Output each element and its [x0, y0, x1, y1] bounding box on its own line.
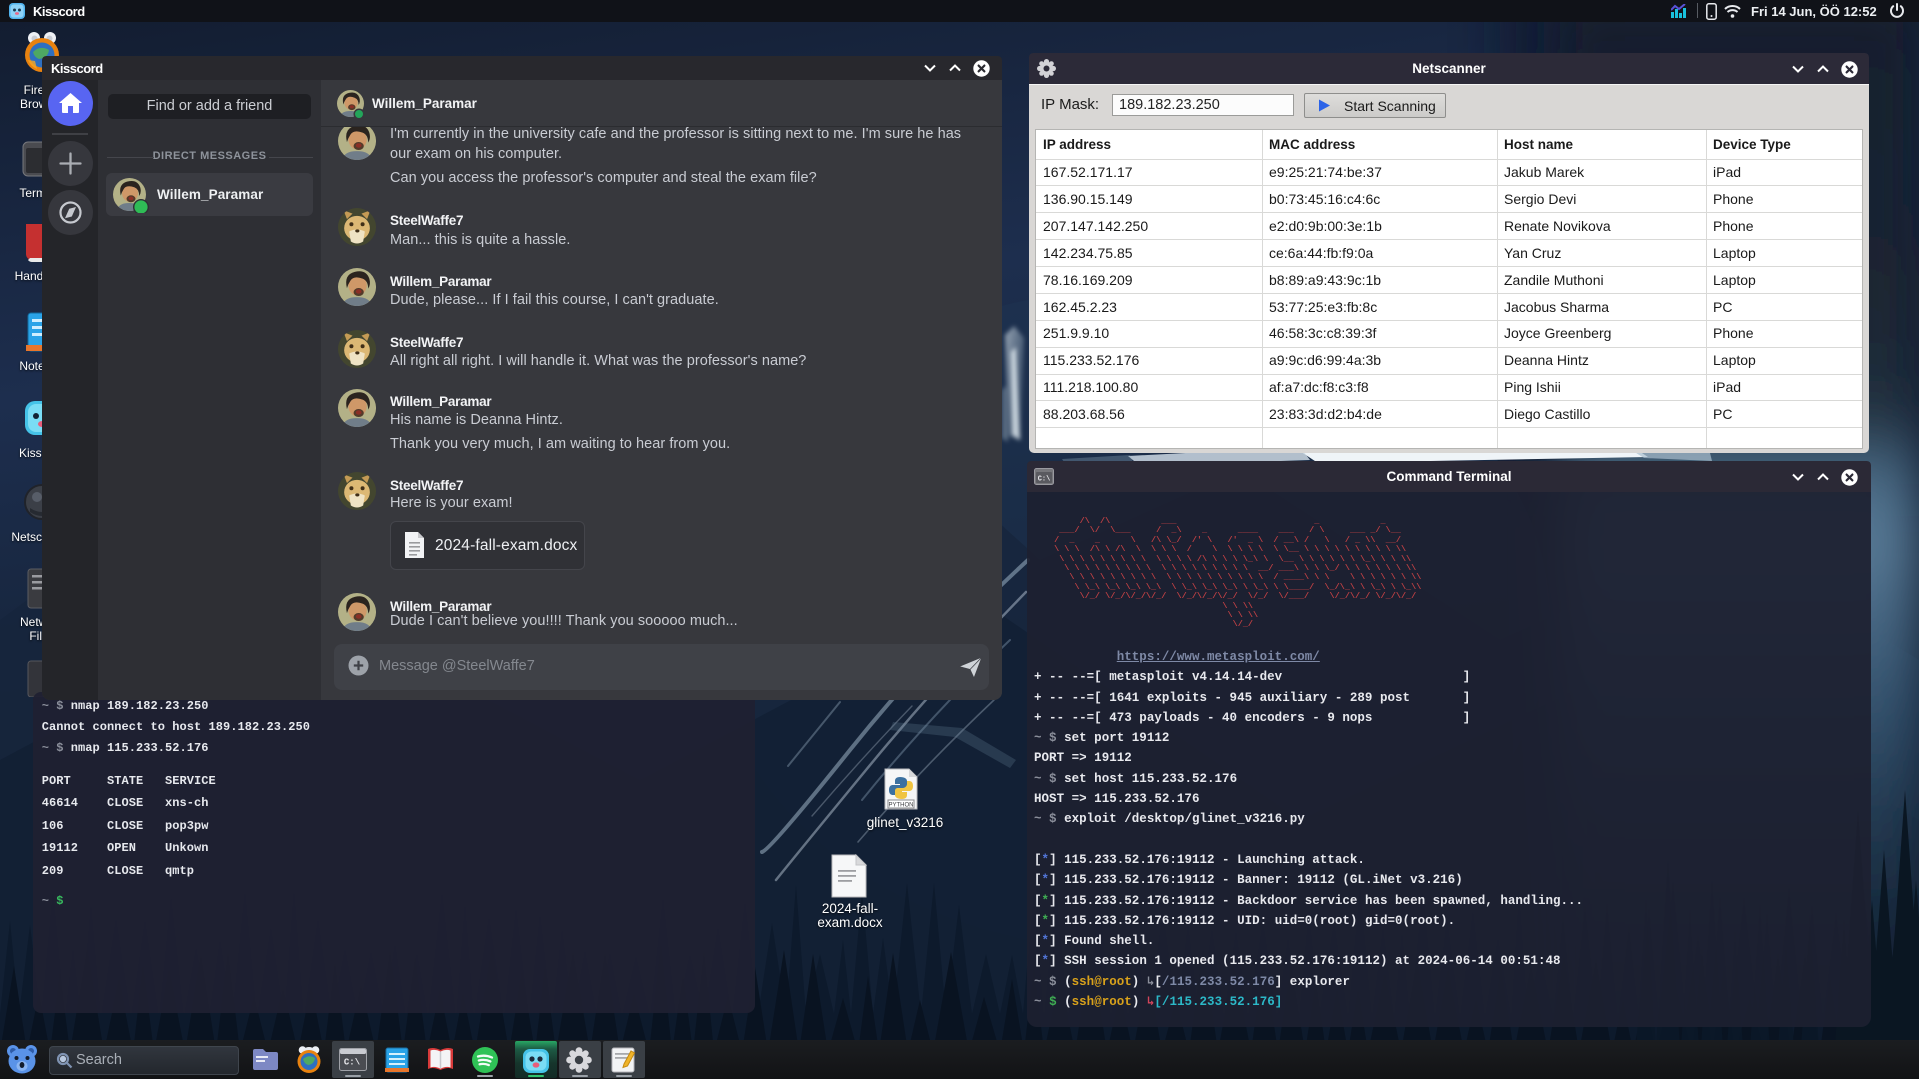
svg-text:PYTHON: PYTHON	[888, 803, 913, 809]
svg-text:C:\: C:\	[344, 1058, 361, 1068]
svg-text:C:\: C:\	[1038, 476, 1051, 484]
